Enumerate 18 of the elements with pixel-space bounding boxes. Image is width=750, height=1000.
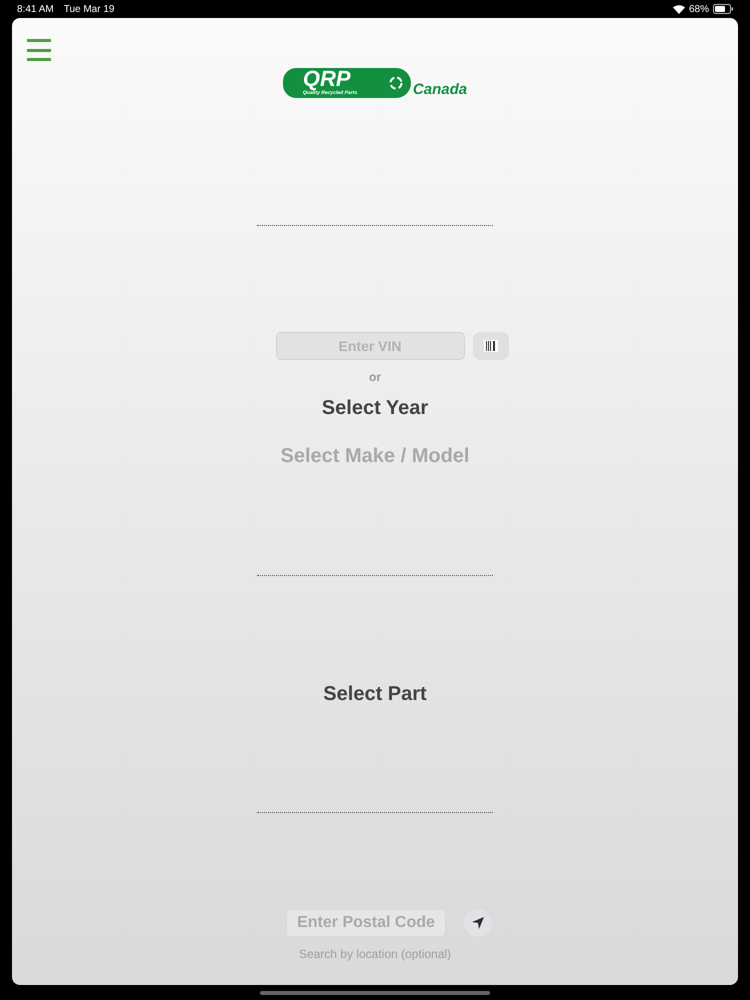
or-label: or <box>369 369 381 386</box>
barcode-button[interactable] <box>472 332 508 360</box>
select-button[interactable]: Select Year <box>322 393 428 423</box>
postal-hint: Search by location (optional) <box>298 946 452 963</box>
select-button[interactable]: Select Part <box>323 679 427 709</box>
location-button[interactable] <box>464 909 492 937</box>
logo-region: Canada <box>412 82 468 98</box>
battery-percent: 68% <box>688 2 709 16</box>
recycle-icon <box>388 76 403 90</box>
status-time: 8:41 AM <box>17 2 54 16</box>
wifi-icon <box>672 4 685 14</box>
menu-icon[interactable] <box>27 39 51 61</box>
battery-icon <box>713 4 733 14</box>
status-date: Tue Mar 19 <box>64 2 114 16</box>
location-arrow-icon <box>471 916 485 930</box>
barcode-icon <box>484 340 498 352</box>
postal-code-field[interactable]: Enter Postal Code <box>286 909 446 937</box>
logo-brand: QRP <box>302 68 351 90</box>
